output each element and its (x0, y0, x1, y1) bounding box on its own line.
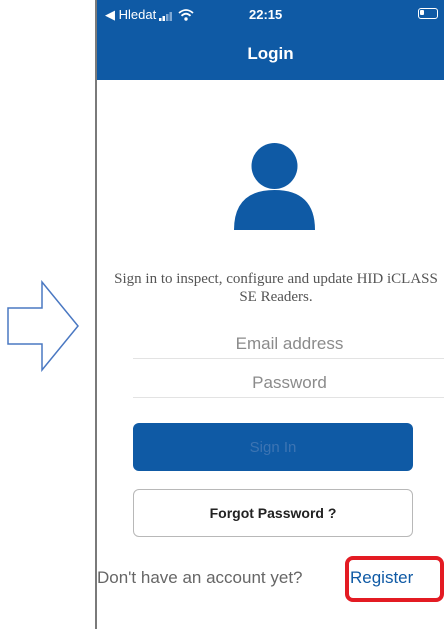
no-account-text: Don't have an account yet? (97, 568, 303, 587)
nav-bar: Login (97, 28, 444, 80)
status-left: ◀ Hledat (105, 7, 194, 23)
page-title: Login (247, 44, 294, 63)
sign-in-button[interactable]: Sign In (133, 423, 413, 471)
back-to-search-label[interactable]: ◀ Hledat (105, 7, 156, 23)
wifi-icon (178, 9, 194, 21)
phone-screen: ◀ Hledat 22:15 Login Sign in to inspect,… (95, 0, 444, 629)
status-bar: ◀ Hledat 22:15 (97, 0, 444, 28)
right-arrow-outline-icon (7, 280, 79, 372)
signal-icon (159, 11, 173, 21)
email-field[interactable] (133, 330, 444, 359)
register-highlight-box (345, 556, 444, 602)
forgot-password-button[interactable]: Forgot Password ? (133, 489, 413, 537)
status-time: 22:15 (249, 7, 283, 22)
password-field[interactable] (133, 369, 444, 398)
login-subtitle: Sign in to inspect, configure and update… (114, 271, 438, 305)
user-avatar-icon (234, 143, 315, 230)
battery-icon (418, 8, 438, 19)
